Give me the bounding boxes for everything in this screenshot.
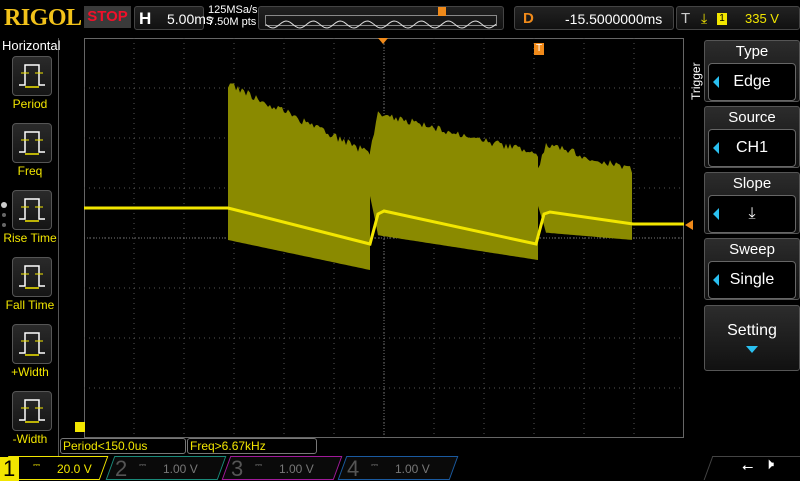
dc-coupling-icon: ⎓	[255, 460, 262, 471]
timebase-value: 5.00ms	[167, 11, 213, 27]
trigger-level-marker	[685, 220, 693, 230]
trigger-status-box[interactable]: T ⤓ 1 335 V	[676, 6, 800, 30]
trigger-sweep-button[interactable]: Sweep Single	[704, 238, 800, 300]
label: Type	[705, 43, 799, 60]
channel-number: 2	[115, 457, 127, 481]
trigger-menu-title: Trigger	[689, 62, 703, 100]
channel-4-button[interactable]: 4 ⎓ 1.00 V	[338, 456, 459, 480]
channel-number: 1	[0, 457, 19, 481]
fall-time-icon	[13, 258, 51, 296]
channel-2-button[interactable]: 2 ⎓ 1.00 V	[106, 456, 227, 480]
trigger-slope-button[interactable]: Slope ⤓	[704, 172, 800, 234]
h-label: H	[139, 9, 151, 29]
measure-label: Fall Time	[0, 298, 62, 312]
channel-scale: 1.00 V	[163, 462, 198, 476]
measure-label: Period	[0, 97, 62, 111]
measure-0-button[interactable]	[12, 56, 52, 96]
trigger-position-t-icon: T	[534, 43, 544, 55]
waveform-display[interactable]	[84, 38, 684, 438]
trigger-label: T	[681, 10, 690, 27]
ch1-ground-marker	[75, 422, 85, 432]
measurement-period[interactable]: Period<150.0us	[60, 438, 186, 454]
left-arrow-icon	[713, 208, 719, 220]
falling-edge-icon: ⤓	[701, 10, 707, 27]
trigger-type-button[interactable]: Type Edge	[704, 40, 800, 102]
channel-scale: 1.00 V	[279, 462, 314, 476]
left-arrow-icon	[713, 142, 719, 154]
measure-5-button[interactable]	[12, 391, 52, 431]
measure-3-button[interactable]	[12, 257, 52, 297]
trigger-source-button[interactable]: Source CH1	[704, 106, 800, 168]
page-indicator	[2, 213, 6, 217]
delay-box[interactable]: D -15.5000000ms	[514, 6, 674, 30]
trigger-position-marker	[438, 7, 446, 16]
usb-icon: ⭠	[742, 458, 753, 475]
freq-icon	[13, 124, 51, 162]
memory-waveform	[265, 15, 497, 26]
ch1-envelope	[228, 84, 370, 271]
page-indicator	[1, 202, 7, 208]
value: Single	[730, 271, 774, 288]
horizontal-menu: Horizontal Period Freq Rise Time Fall Time +…	[0, 38, 59, 458]
measure-label: +Width	[0, 365, 62, 379]
run-stop-status[interactable]: STOP	[84, 6, 131, 28]
measure-label: -Width	[0, 432, 62, 446]
falling-edge-icon: ⤓	[748, 205, 755, 222]
measure-label: Rise Time	[0, 231, 62, 245]
setting-label: Setting	[705, 322, 799, 340]
measure-2-button[interactable]	[12, 190, 52, 230]
chevron-down-icon	[746, 346, 758, 353]
measure-4-button[interactable]	[12, 324, 52, 364]
value: Edge	[733, 73, 770, 90]
period-icon	[13, 57, 51, 95]
dc-coupling-icon: ⎓	[33, 460, 40, 471]
measurement-freq[interactable]: Freq>6.67kHz	[187, 438, 317, 454]
value-box: CH1	[708, 129, 796, 167]
label: Source	[705, 109, 799, 126]
label: Sweep	[705, 241, 799, 258]
memory-depth: 7.50M pts	[208, 16, 258, 28]
ch1-envelope	[538, 143, 632, 240]
timebase-box[interactable]: H 5.00ms	[134, 6, 204, 30]
label: Slope	[705, 175, 799, 192]
delay-label: D	[523, 10, 534, 27]
channel-scale: 20.0 V	[57, 462, 92, 476]
pos-width-icon	[13, 325, 51, 363]
memory-overview[interactable]	[258, 6, 504, 30]
value-box: ⤓	[708, 195, 796, 233]
dc-coupling-icon: ⎓	[139, 460, 146, 471]
value-box: Single	[708, 261, 796, 299]
left-arrow-icon	[713, 274, 719, 286]
page-indicator	[2, 223, 6, 227]
delay-value: -15.5000000ms	[565, 11, 662, 27]
channel-scale: 1.00 V	[395, 462, 430, 476]
trigger-time-marker	[378, 38, 388, 44]
trigger-source: 1	[717, 13, 727, 25]
left-arrow-icon	[713, 76, 719, 88]
acquisition-info: 125MSa/s 7.50M pts	[208, 4, 258, 28]
channel-number: 4	[347, 457, 359, 481]
menu-title: Horizontal	[2, 38, 61, 53]
value-box: Edge	[708, 63, 796, 101]
measure-1-button[interactable]	[12, 123, 52, 163]
setting-button[interactable]: Setting	[704, 305, 800, 371]
rigol-logo: RIGOL	[4, 5, 82, 32]
channel-number: 3	[231, 457, 243, 481]
dc-coupling-icon: ⎓	[371, 460, 378, 471]
sample-rate: 125MSa/s	[208, 4, 258, 16]
trigger-level: 335 V	[745, 11, 779, 26]
rise-time-icon	[13, 191, 51, 229]
channel-1-button[interactable]: 1 ⎓ 20.0 V	[0, 456, 108, 480]
channel-3-button[interactable]: 3 ⎓ 1.00 V	[222, 456, 343, 480]
measure-label: Freq	[0, 164, 62, 178]
neg-width-icon	[13, 392, 51, 430]
value: CH1	[736, 139, 768, 156]
speaker-muted-icon: 🕨	[764, 456, 774, 474]
